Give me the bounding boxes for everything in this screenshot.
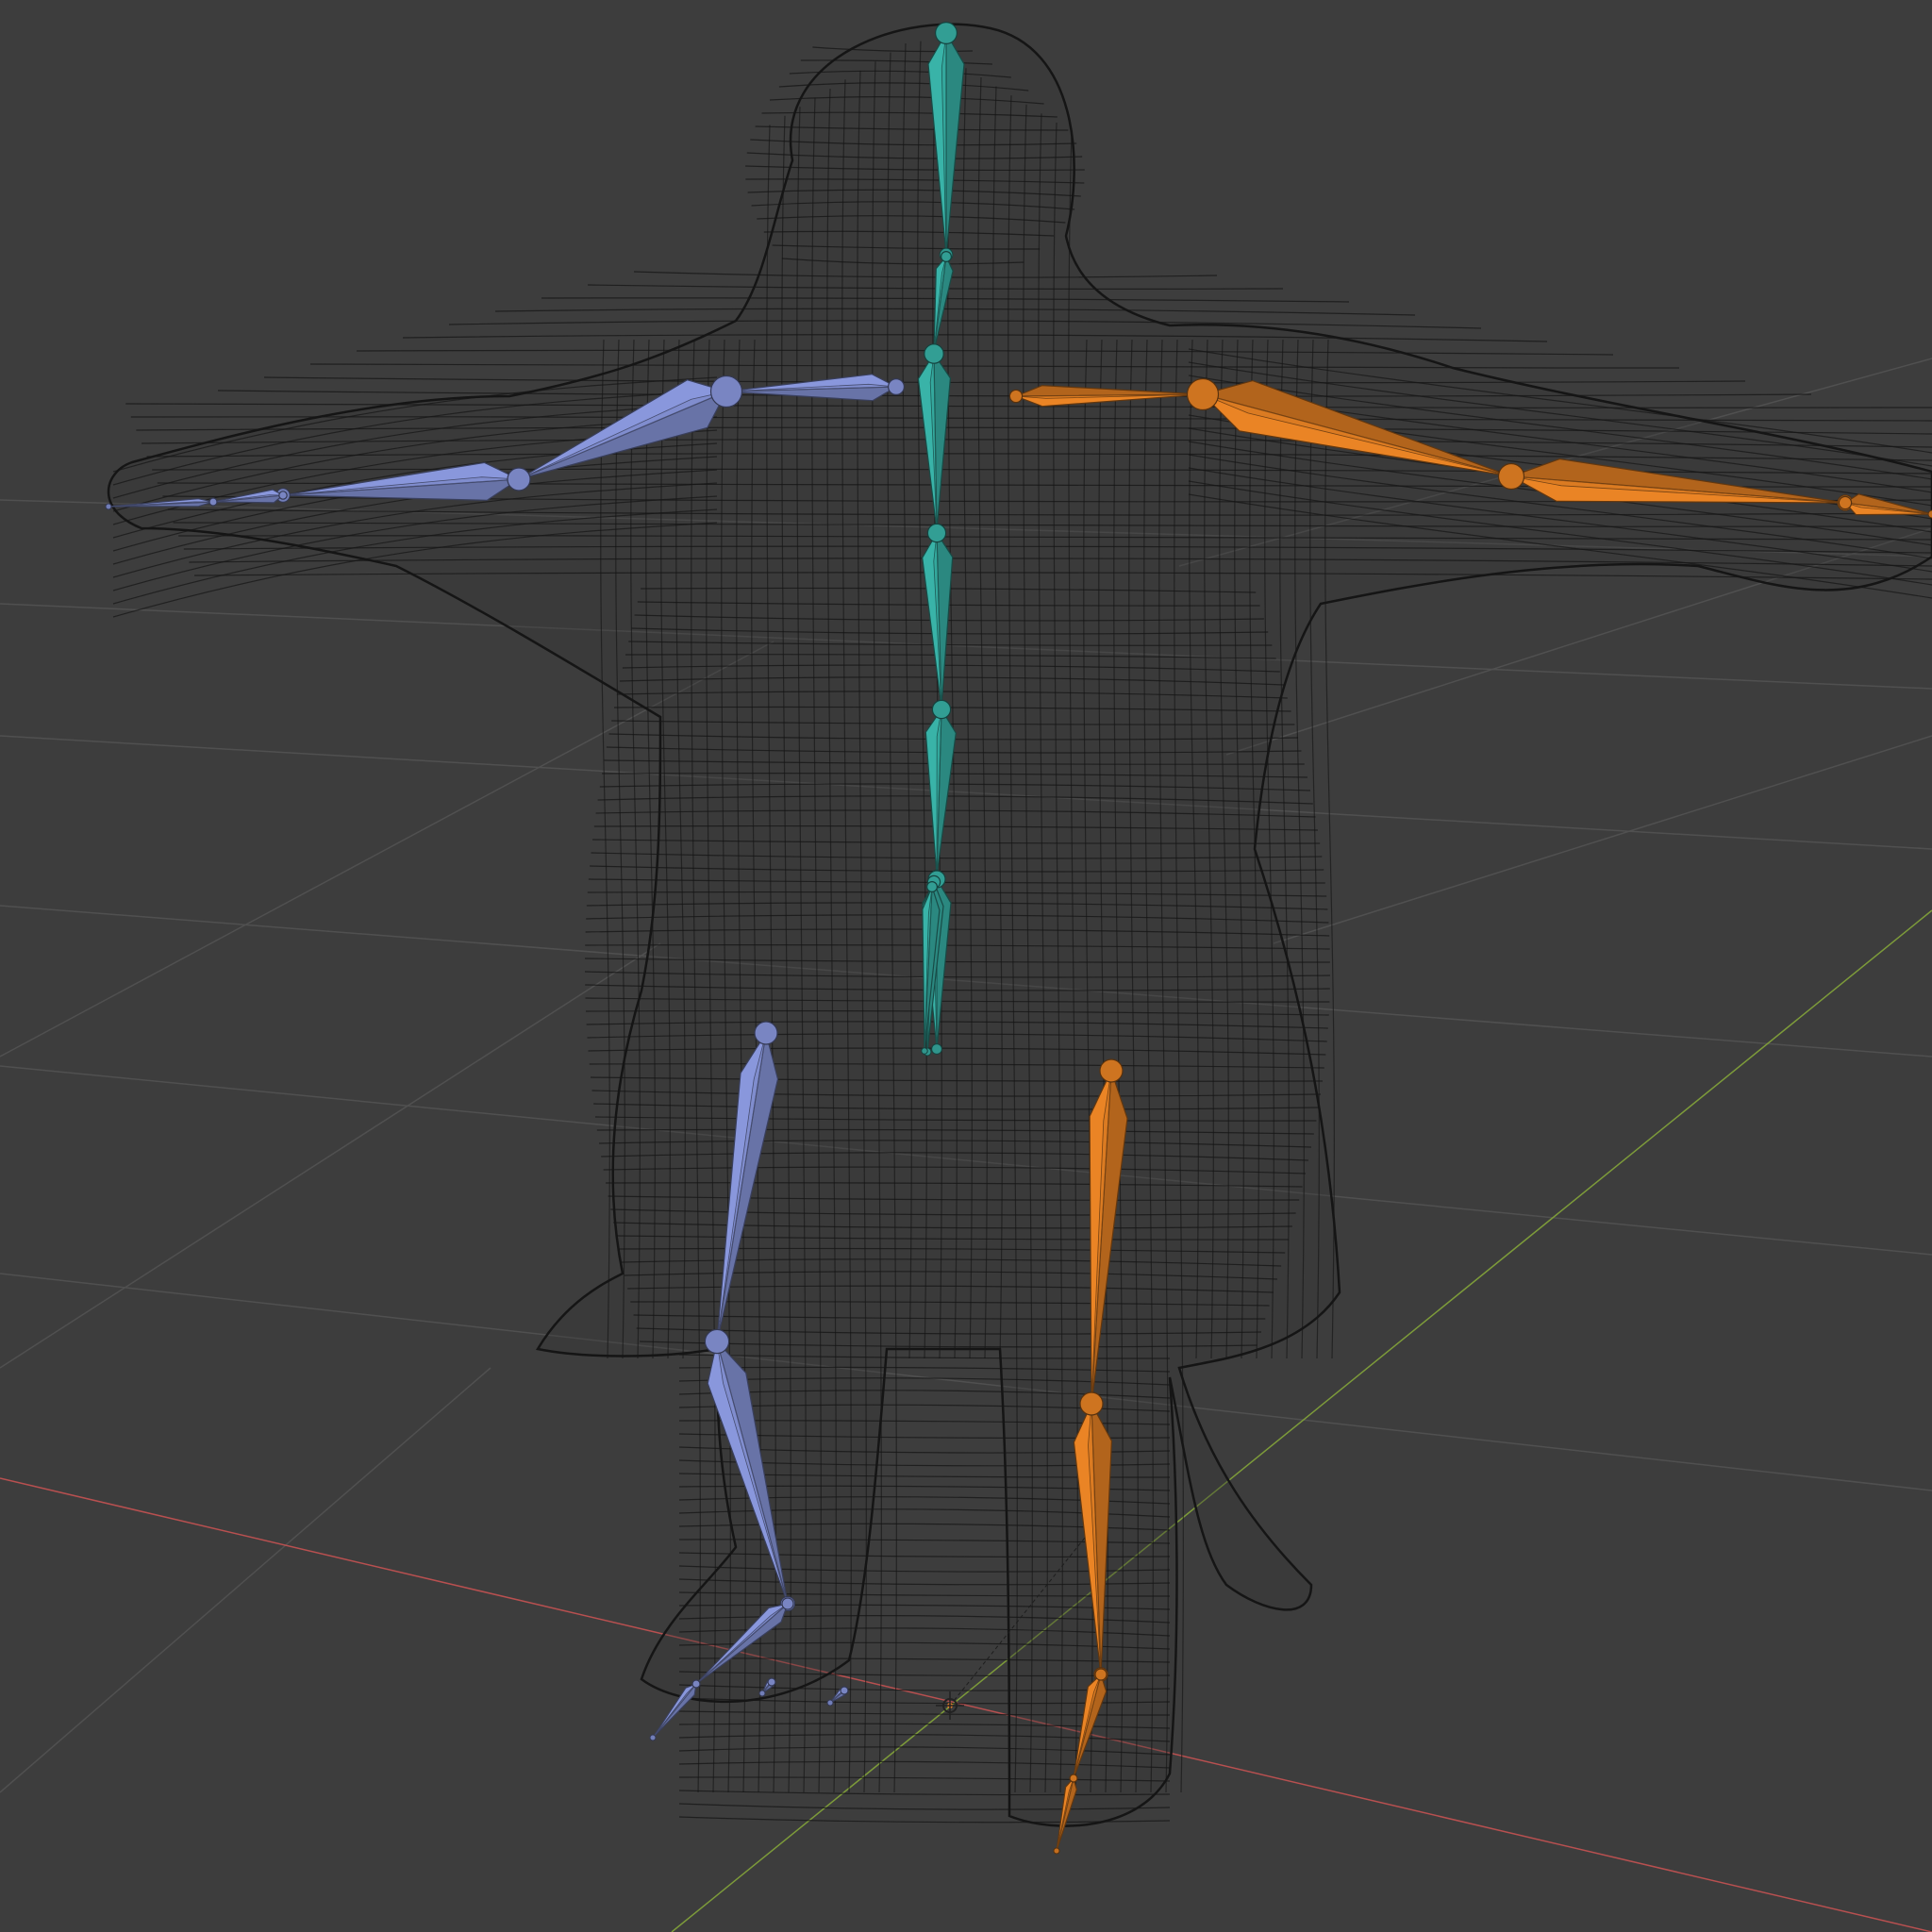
- bone-head-joint[interactable]: [208, 497, 218, 507]
- bone-head-joint[interactable]: [767, 1677, 776, 1687]
- bone-head-joint[interactable]: [1099, 1058, 1124, 1083]
- x-axis-line: [0, 1477, 1932, 1932]
- bone-head-joint[interactable]: [1008, 389, 1024, 404]
- bone-head-joint[interactable]: [934, 22, 958, 44]
- mesh-silhouette[interactable]: [108, 24, 1932, 1827]
- bone-head-joint[interactable]: [1497, 462, 1525, 491]
- bone-head-joint[interactable]: [1186, 377, 1220, 411]
- bone-tail-joint[interactable]: [921, 1047, 928, 1055]
- bone-head-joint[interactable]: [887, 378, 905, 396]
- bone-head-joint[interactable]: [925, 880, 938, 892]
- viewport-canvas[interactable]: [0, 0, 1932, 1932]
- bone-tail-joint[interactable]: [758, 1690, 766, 1697]
- bone-head-joint[interactable]: [278, 491, 288, 500]
- 3d-cursor-icon[interactable]: [936, 1691, 964, 1720]
- bone-tail-joint[interactable]: [931, 1043, 942, 1055]
- bone-head-joint[interactable]: [924, 343, 944, 364]
- bone-tail-joint[interactable]: [649, 1734, 657, 1741]
- bone-tail-joint[interactable]: [105, 503, 112, 510]
- grid-line: [0, 1367, 491, 1793]
- bone-head-joint[interactable]: [940, 251, 952, 263]
- bone-head-joint[interactable]: [709, 375, 743, 408]
- bone-tail-joint[interactable]: [1053, 1847, 1060, 1855]
- bone-head-joint[interactable]: [931, 699, 952, 720]
- bone-head-joint[interactable]: [507, 467, 531, 491]
- bone-tail-joint[interactable]: [1927, 509, 1932, 519]
- bone-head-joint[interactable]: [704, 1328, 730, 1355]
- bone-head-joint[interactable]: [691, 1679, 701, 1689]
- bone-head-joint[interactable]: [754, 1021, 778, 1045]
- bone-head-joint[interactable]: [1069, 1774, 1078, 1783]
- grid-line: [0, 942, 661, 1369]
- bone-head-joint[interactable]: [1094, 1668, 1108, 1681]
- grid-line: [1273, 735, 1932, 944]
- bone-head-joint[interactable]: [926, 523, 947, 543]
- 3d-viewport[interactable]: [0, 0, 1932, 1932]
- bone-head-joint[interactable]: [1838, 495, 1853, 510]
- bone-tail-joint[interactable]: [826, 1699, 834, 1707]
- bone-head-joint[interactable]: [781, 1597, 794, 1610]
- bone-head-joint[interactable]: [840, 1686, 849, 1695]
- bone-head-joint[interactable]: [1079, 1391, 1104, 1416]
- character-wireframe-mesh[interactable]: [107, 23, 1932, 1827]
